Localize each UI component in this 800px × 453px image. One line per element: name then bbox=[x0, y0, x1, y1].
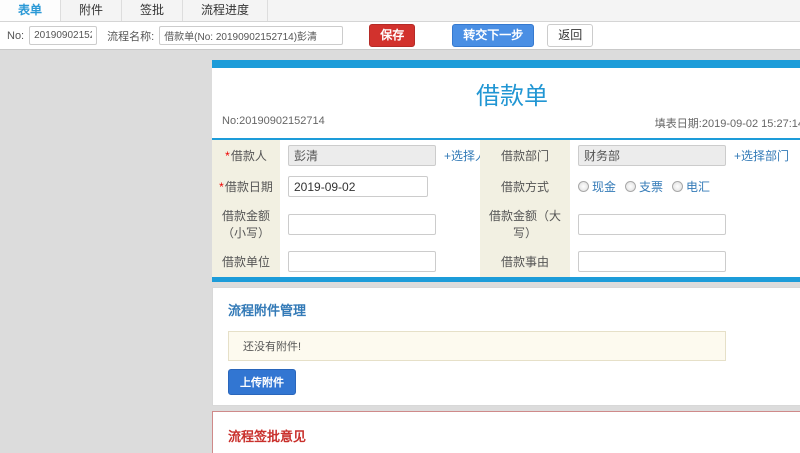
department-cell: +选择部门 bbox=[570, 140, 800, 171]
tab-bar: 表单 附件 签批 流程进度 bbox=[0, 0, 800, 22]
back-button[interactable]: 返回 bbox=[547, 24, 594, 47]
form-title: 借款单 bbox=[476, 83, 548, 110]
approval-panel: 流程签批意见 B I abc ✎ ∞ ∞ ⚑ ≡ ≡ ⇤ ⇥ ” bbox=[212, 411, 800, 453]
forward-next-step-button[interactable]: 转交下一步 bbox=[452, 24, 535, 47]
amount-lowercase-input[interactable] bbox=[288, 213, 436, 235]
no-label: No: bbox=[7, 29, 25, 42]
radio-cash[interactable]: 现金 bbox=[578, 178, 616, 195]
amount-lowercase-cell bbox=[280, 202, 480, 246]
amount-uppercase-cell bbox=[570, 202, 800, 246]
loan-date-label: *借款日期 bbox=[212, 171, 280, 202]
amount-uppercase-label: 借款金额（大写） bbox=[480, 202, 570, 246]
attachments-panel: 流程附件管理 还没有附件! 上传附件 bbox=[212, 287, 800, 406]
loan-reason-input[interactable] bbox=[578, 251, 726, 272]
loan-unit-input[interactable] bbox=[288, 251, 436, 272]
loan-reason-label: 借款事由 bbox=[480, 246, 570, 277]
form-date-text: 填表日期:2019-09-02 15:27:14 bbox=[654, 118, 800, 130]
loan-form-panel: 借款单 No:20190902152714 填表日期:2019-09-02 15… bbox=[212, 60, 800, 282]
panel-bottom-bar bbox=[212, 277, 800, 282]
tab-approval[interactable]: 签批 bbox=[122, 0, 184, 21]
upload-attachment-button[interactable]: 上传附件 bbox=[228, 369, 296, 395]
radio-circle-icon[interactable] bbox=[578, 181, 589, 192]
content-column: 借款单 No:20190902152714 填表日期:2019-09-02 15… bbox=[212, 60, 800, 453]
form-no-text: No:20190902152714 bbox=[222, 115, 325, 127]
loan-method-cell: 现金 支票 电汇 bbox=[570, 171, 800, 202]
no-attachments-alert: 还没有附件! bbox=[228, 331, 726, 361]
toolbar: No: 流程名称: 保存 转交下一步 返回 bbox=[0, 22, 800, 50]
loan-reason-cell bbox=[570, 246, 800, 277]
select-department-link[interactable]: +选择部门 bbox=[734, 147, 789, 164]
loan-unit-label: 借款单位 bbox=[212, 246, 280, 277]
form-grid: *借款人 +选择人员 借款部门 +选择部门 *借款日期 bbox=[212, 140, 800, 277]
borrower-cell: +选择人员 bbox=[280, 140, 499, 171]
borrower-label: *借款人 bbox=[212, 140, 280, 171]
approval-heading: 流程签批意见 bbox=[228, 429, 307, 444]
loan-method-label: 借款方式 bbox=[480, 171, 570, 202]
flow-name-input[interactable] bbox=[159, 26, 344, 45]
tab-attachments[interactable]: 附件 bbox=[61, 0, 123, 21]
radio-circle-icon[interactable] bbox=[672, 181, 684, 192]
tab-process-progress[interactable]: 流程进度 bbox=[183, 0, 269, 21]
required-mark: * bbox=[225, 149, 230, 163]
panel-top-bar bbox=[212, 60, 800, 68]
radio-wire-transfer[interactable]: 电汇 bbox=[672, 178, 710, 195]
loan-date-input[interactable] bbox=[288, 176, 428, 197]
flow-name-label: 流程名称: bbox=[107, 30, 155, 43]
form-meta-row: No:20190902152714 填表日期:2019-09-02 15:27:… bbox=[212, 113, 800, 138]
department-label: 借款部门 bbox=[480, 140, 570, 171]
tab-form[interactable]: 表单 bbox=[0, 0, 62, 21]
loan-date-cell bbox=[280, 171, 480, 202]
amount-uppercase-input[interactable] bbox=[578, 213, 726, 235]
department-input[interactable] bbox=[578, 145, 726, 166]
radio-circle-icon[interactable] bbox=[625, 181, 637, 192]
borrower-input[interactable] bbox=[288, 145, 436, 166]
required-mark: * bbox=[219, 180, 224, 194]
amount-lowercase-label: 借款金额（小写） bbox=[212, 202, 280, 246]
loan-method-radio-group: 现金 支票 电汇 bbox=[578, 178, 710, 195]
save-button[interactable]: 保存 bbox=[369, 24, 416, 47]
no-input[interactable] bbox=[29, 26, 98, 45]
page: 表单 附件 签批 流程进度 No: 流程名称: 保存 转交下一步 返回 借款单 … bbox=[0, 0, 800, 453]
loan-unit-cell bbox=[280, 246, 480, 277]
attachments-heading: 流程附件管理 bbox=[228, 303, 307, 318]
radio-check[interactable]: 支票 bbox=[625, 178, 663, 195]
